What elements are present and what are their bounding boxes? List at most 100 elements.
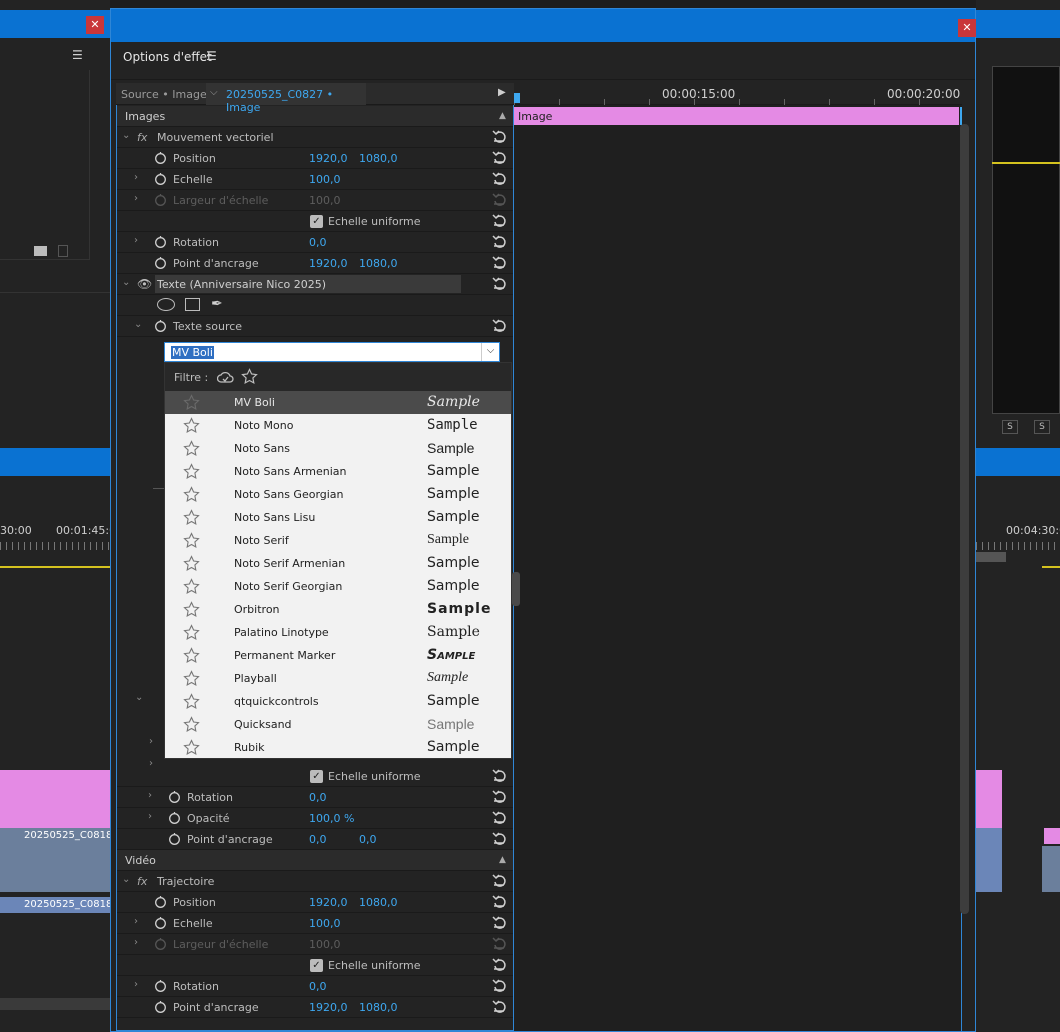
reset-icon[interactable]: [492, 768, 506, 782]
window-close-button[interactable]: ✕: [958, 19, 976, 37]
solo-button-2[interactable]: S: [1034, 420, 1050, 434]
reset-icon[interactable]: [492, 789, 506, 803]
stopwatch-icon[interactable]: [168, 790, 181, 803]
rectangle-mask-icon[interactable]: [185, 298, 200, 311]
font-list-item[interactable]: Noto Sans Sample: [165, 437, 511, 460]
chevron-right-icon[interactable]: ›: [148, 811, 158, 823]
font-list-item[interactable]: qtquickcontrols Sample: [165, 690, 511, 713]
timeline-toggle-icon[interactable]: ▶: [498, 87, 506, 98]
property-row-scale[interactable]: › Echelle 100,0: [117, 169, 513, 190]
favorite-star-icon[interactable]: [183, 716, 200, 733]
rotation-value[interactable]: 0,0: [309, 980, 327, 993]
font-list-item[interactable]: Noto Mono Sample: [165, 414, 511, 437]
font-list-item[interactable]: Quicksand Sample: [165, 713, 511, 736]
anchor-x-value[interactable]: 0,0: [309, 833, 327, 846]
font-list-item[interactable]: Noto Serif Georgian Sample: [165, 575, 511, 598]
anchor-y-value[interactable]: 0,0: [359, 833, 377, 846]
timeline-clip-bar[interactable]: Image: [514, 107, 959, 125]
right-video-clip-2[interactable]: [1042, 846, 1060, 892]
scale-value[interactable]: 100,0: [309, 173, 341, 186]
pen-tool-icon[interactable]: ✒: [211, 296, 223, 312]
chevron-right-icon[interactable]: ›: [134, 172, 144, 184]
chevron-down-icon[interactable]: ⌵: [481, 343, 499, 361]
font-list-item[interactable]: Rubik Sample: [165, 736, 511, 758]
property-row-scale-2[interactable]: › Echelle 100,0: [117, 913, 513, 934]
font-list-item[interactable]: Noto Sans Georgian Sample: [165, 483, 511, 506]
folder-icon[interactable]: [34, 246, 47, 256]
ellipse-mask-icon[interactable]: [157, 298, 175, 311]
right-pink-clip[interactable]: [976, 770, 1002, 828]
effect-row-motion[interactable]: ⌄ fx Mouvement vectoriel: [117, 127, 513, 148]
solo-button-1[interactable]: S: [1002, 420, 1018, 434]
anchor-x-value[interactable]: 1920,0: [309, 257, 348, 270]
text-layer-name-box[interactable]: Texte (Anniversaire Nico 2025): [155, 275, 461, 293]
playhead-marker[interactable]: [514, 93, 520, 103]
chevron-down-icon[interactable]: ⌄: [134, 319, 144, 331]
position-y-value[interactable]: 1080,0: [359, 152, 398, 165]
cloud-sync-icon[interactable]: [217, 369, 234, 385]
scale-value[interactable]: 100,0: [309, 917, 341, 930]
fx-icon[interactable]: fx: [137, 131, 147, 144]
stopwatch-icon[interactable]: [154, 172, 167, 185]
uniform-scale-checkbox[interactable]: ✓: [310, 959, 323, 972]
reset-icon[interactable]: [492, 894, 506, 908]
font-list-item[interactable]: Noto Sans Armenian Sample: [165, 460, 511, 483]
property-row-uniform-scale[interactable]: ✓ Echelle uniforme: [117, 211, 513, 232]
property-row-anchor[interactable]: Point d'ancrage 1920,0 1080,0: [117, 253, 513, 274]
uniform-scale-checkbox[interactable]: ✓: [310, 770, 323, 783]
favorite-star-icon[interactable]: [183, 601, 200, 618]
reset-icon[interactable]: [492, 978, 506, 992]
collapse-up-icon[interactable]: ▲: [499, 855, 506, 865]
favorite-star-icon[interactable]: [183, 417, 200, 434]
left-scrollbar[interactable]: [0, 998, 110, 1010]
favorite-star-icon[interactable]: [183, 486, 200, 503]
font-list-item[interactable]: Noto Sans Lisu Sample: [165, 506, 511, 529]
right-video-clip[interactable]: [976, 828, 1002, 892]
chevron-down-icon[interactable]: ⌄: [122, 277, 132, 289]
panel-menu-icon[interactable]: ☰: [206, 49, 217, 63]
favorite-star-icon[interactable]: [183, 578, 200, 595]
reset-icon[interactable]: [492, 255, 506, 269]
favorite-filter-star-icon[interactable]: [241, 368, 258, 385]
position-y-value[interactable]: 1080,0: [359, 896, 398, 909]
property-row-position-2[interactable]: Position 1920,0 1080,0: [117, 892, 513, 913]
fx-icon[interactable]: fx: [137, 875, 147, 888]
chevron-right-icon[interactable]: ›: [149, 736, 153, 747]
stopwatch-icon[interactable]: [154, 895, 167, 908]
stopwatch-icon[interactable]: [154, 979, 167, 992]
font-list-item[interactable]: Orbitron Sample: [165, 598, 511, 621]
favorite-star-icon[interactable]: [183, 647, 200, 664]
font-list-item[interactable]: Palatino Linotype Sample: [165, 621, 511, 644]
trash-icon[interactable]: [58, 245, 68, 257]
reset-icon[interactable]: [492, 171, 506, 185]
favorite-star-icon[interactable]: [183, 555, 200, 572]
property-row-rotation-2[interactable]: › Rotation 0,0: [117, 976, 513, 997]
window-scrollbar[interactable]: [960, 124, 969, 914]
chevron-right-icon[interactable]: ›: [134, 235, 144, 247]
left-close-button[interactable]: ✕: [86, 16, 104, 34]
favorite-star-icon[interactable]: [183, 509, 200, 526]
collapse-up-icon[interactable]: ▲: [499, 111, 506, 121]
section-video[interactable]: Vidéo ▲: [117, 850, 513, 871]
font-list-item[interactable]: Noto Serif Armenian Sample: [165, 552, 511, 575]
property-row-rotation[interactable]: › Rotation 0,0: [117, 232, 513, 253]
position-x-value[interactable]: 1920,0: [309, 896, 348, 909]
favorite-star-icon[interactable]: [183, 532, 200, 549]
position-x-value[interactable]: 1920,0: [309, 152, 348, 165]
favorite-star-icon[interactable]: [183, 739, 200, 756]
font-list-item[interactable]: MV Boli Sample: [165, 391, 511, 414]
anchor-x-value[interactable]: 1920,0: [309, 1001, 348, 1014]
reset-icon[interactable]: [492, 810, 506, 824]
chevron-down-icon[interactable]: ⌄: [122, 130, 132, 142]
left-pink-clip[interactable]: [0, 770, 110, 828]
property-row-anchor-2[interactable]: Point d'ancrage 1920,0 1080,0: [117, 997, 513, 1018]
chevron-right-icon[interactable]: ›: [134, 979, 144, 991]
effect-row-trajectory[interactable]: ⌄ fx Trajectoire: [117, 871, 513, 892]
eye-icon[interactable]: 👁: [137, 277, 152, 291]
right-pink-clip-2[interactable]: [1044, 828, 1060, 844]
font-list-item[interactable]: Permanent Marker Sample: [165, 644, 511, 667]
rotation-value[interactable]: 0,0: [309, 791, 327, 804]
stopwatch-icon[interactable]: [154, 235, 167, 248]
stopwatch-icon[interactable]: [168, 811, 181, 824]
anchor-y-value[interactable]: 1080,0: [359, 1001, 398, 1014]
